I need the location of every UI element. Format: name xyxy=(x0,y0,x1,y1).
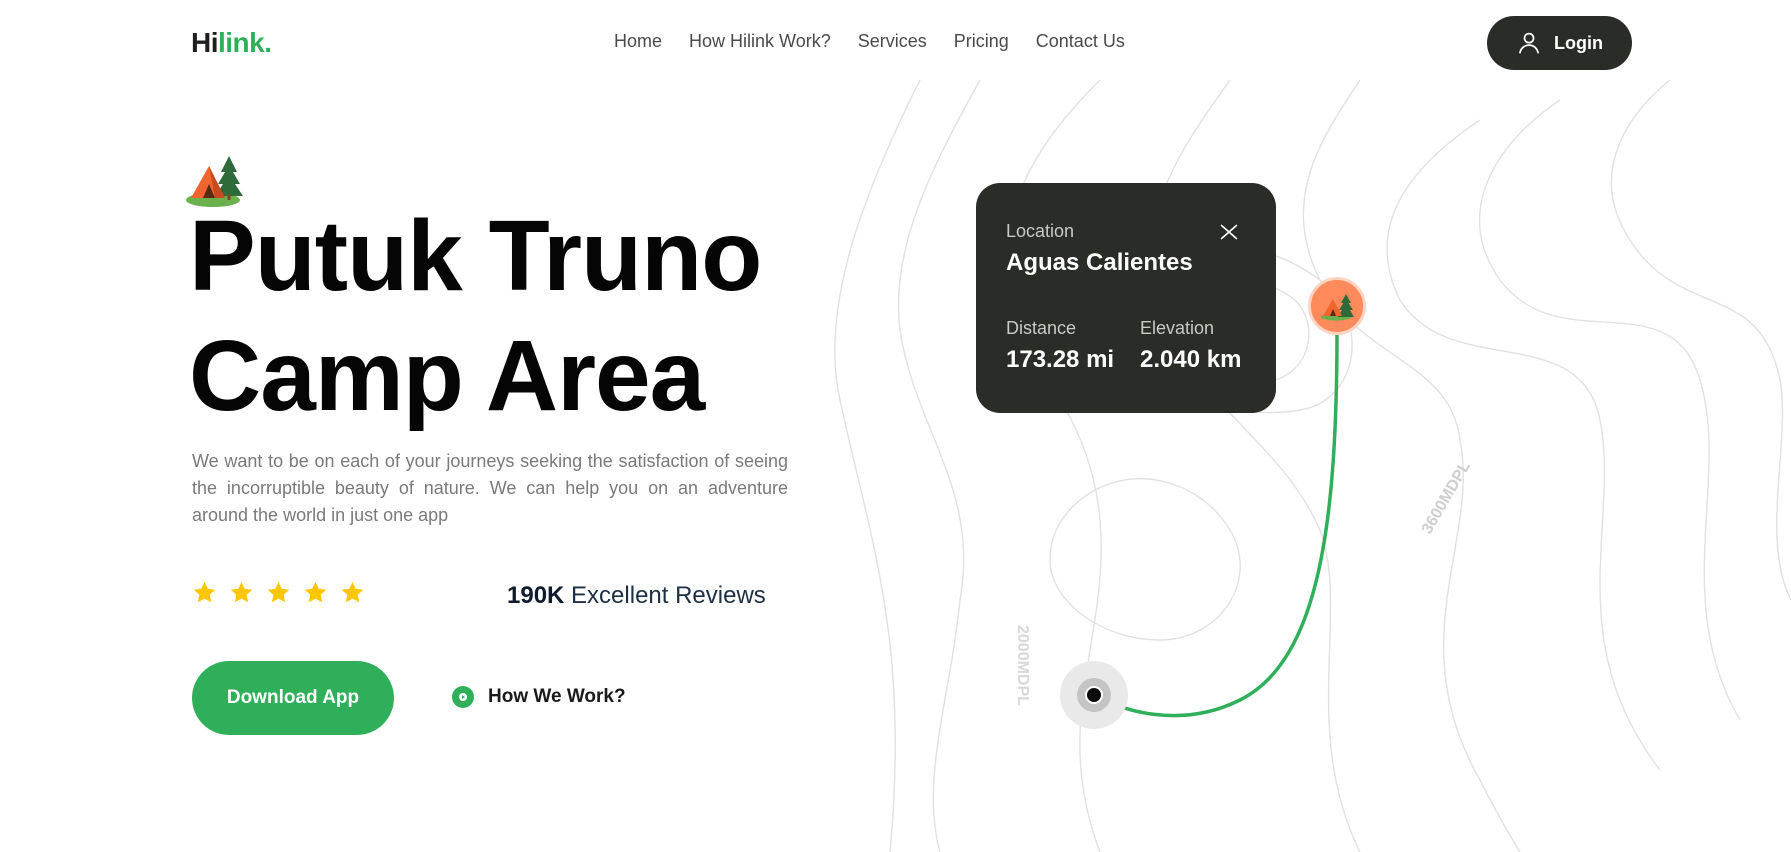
elevation-label: Elevation xyxy=(1140,318,1215,338)
star-icon xyxy=(267,581,290,603)
hero-description: We want to be on each of your journeys s… xyxy=(192,451,788,525)
nav-link-contact-us[interactable]: Contact Us xyxy=(1036,31,1125,52)
elevation-value: 2.040 km xyxy=(1140,346,1242,373)
reviews-summary: 190K Excellent Reviews xyxy=(507,582,766,610)
download-app-button[interactable]: Download App xyxy=(192,661,394,735)
page: 2000MDPL 3600MDPL Hilink. Home How Hilin… xyxy=(0,0,1791,852)
hero-title-line-1: Putuk Truno xyxy=(189,200,762,312)
location-value: Aguas Calientes xyxy=(1006,249,1193,276)
destination-pin[interactable] xyxy=(1308,277,1366,335)
contour-label-2000: 2000MDPL xyxy=(1014,625,1031,706)
location-label: Location xyxy=(1006,221,1075,241)
close-icon[interactable] xyxy=(1218,221,1240,243)
star-icon xyxy=(230,581,253,603)
download-app-label: Download App xyxy=(226,687,360,708)
nav-link-services[interactable]: Services xyxy=(858,31,927,52)
logo-text-main: Hi xyxy=(191,27,219,58)
distance-label: Distance xyxy=(1006,318,1077,338)
user-icon xyxy=(1518,32,1540,54)
hero-title: Putuk Truno Camp Area xyxy=(189,196,829,436)
nav-link-home[interactable]: Home xyxy=(614,31,662,52)
topography-map: 2000MDPL 3600MDPL xyxy=(834,80,1791,852)
contour-label-3600: 3600MDPL xyxy=(1419,458,1474,537)
star-icon xyxy=(304,581,327,603)
star-icon xyxy=(193,581,216,603)
origin-marker[interactable] xyxy=(1059,660,1129,730)
login-button[interactable]: Login xyxy=(1487,16,1632,70)
navbar: Hilink. Home How Hilink Work? Services P… xyxy=(0,0,1791,86)
logo[interactable]: Hilink. xyxy=(191,27,272,59)
hero-title-line-2: Camp Area xyxy=(189,320,705,432)
nav-link-how-hilink-work[interactable]: How Hilink Work? xyxy=(689,31,831,52)
reviews-label: Excellent Reviews xyxy=(571,582,766,609)
logo-text-accent: link. xyxy=(218,27,272,58)
camp-tent-icon xyxy=(1321,294,1354,321)
login-label: Login xyxy=(1554,32,1603,53)
main-menu: Home How Hilink Work? Services Pricing C… xyxy=(614,31,1125,52)
star-icon xyxy=(341,581,364,603)
how-we-work-link[interactable]: How We Work? xyxy=(452,686,626,708)
nav-link-pricing[interactable]: Pricing xyxy=(954,31,1009,52)
rating-stars xyxy=(192,580,365,605)
distance-value: 173.28 mi xyxy=(1006,346,1115,373)
how-we-work-label: How We Work? xyxy=(488,686,626,707)
play-icon xyxy=(452,686,474,708)
reviews-count: 190K xyxy=(507,582,565,609)
location-card: Location Aguas Calientes Distance 173.28… xyxy=(976,183,1276,413)
